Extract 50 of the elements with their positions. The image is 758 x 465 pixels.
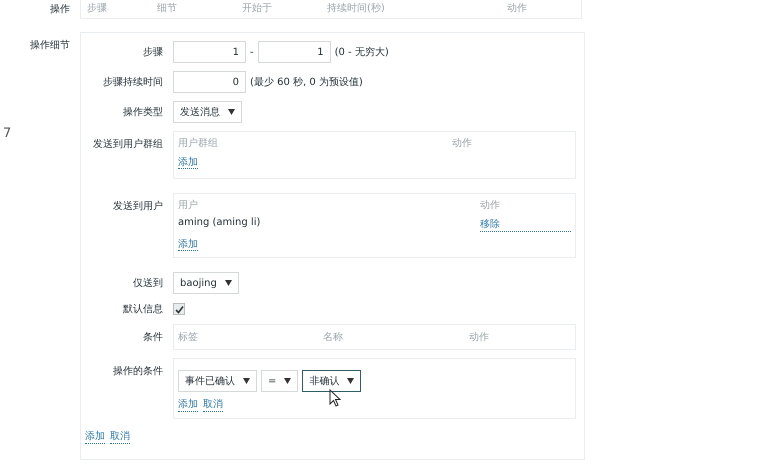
step-duration-field[interactable]: 0 bbox=[173, 71, 246, 93]
step-from-field[interactable]: 1 bbox=[173, 41, 246, 63]
add-link[interactable]: 添加 bbox=[178, 157, 198, 169]
field-label: 操作细节 bbox=[30, 40, 70, 51]
column-header: 动作 bbox=[480, 199, 501, 212]
column-header: 用户 bbox=[178, 198, 199, 212]
field-label: 步骤 bbox=[142, 46, 163, 59]
caret-icon bbox=[284, 378, 292, 384]
field-label: 默认信息 bbox=[122, 302, 163, 316]
caret-icon bbox=[224, 280, 232, 286]
column-header: 动作 bbox=[469, 331, 490, 344]
condition-link[interactable]: 添加 bbox=[178, 397, 198, 412]
caret-icon bbox=[243, 378, 250, 384]
separator-text: - bbox=[250, 46, 254, 58]
column-header: 标签 bbox=[178, 330, 199, 344]
column-header: 名称 bbox=[323, 331, 344, 344]
field-label: 发送到用户群组 bbox=[92, 138, 163, 151]
side-marker-text: 7 bbox=[3, 126, 12, 141]
column-header: 细节 bbox=[157, 2, 178, 15]
condition-select[interactable]: = bbox=[261, 370, 298, 392]
step-to-field[interactable]: 1 bbox=[258, 41, 331, 63]
send-only-to-select[interactable]: baojing bbox=[173, 272, 239, 294]
field-label: 条件 bbox=[142, 331, 163, 344]
operation-link[interactable]: 添加 bbox=[85, 429, 105, 444]
field-label: 发送到用户 bbox=[112, 200, 163, 213]
field-label: 操作的条件 bbox=[112, 365, 163, 378]
mouse-pointer-icon bbox=[329, 389, 341, 407]
add-link[interactable]: 添加 bbox=[178, 239, 198, 251]
caret-icon bbox=[228, 109, 235, 115]
operation-type-select[interactable]: 发送消息 bbox=[173, 101, 242, 123]
condition-select[interactable]: 非确认 bbox=[302, 370, 362, 392]
hint-text: (0 - 无穷大) bbox=[334, 46, 389, 59]
field-label: 操作类型 bbox=[122, 106, 163, 119]
field-label: 操作 bbox=[50, 4, 70, 15]
operation-link[interactable]: 取消 bbox=[110, 429, 130, 444]
field-label: 步骤持续时间 bbox=[102, 76, 163, 89]
column-header: 动作 bbox=[507, 2, 528, 15]
remove-link[interactable]: 移除 bbox=[480, 217, 571, 232]
condition-select[interactable]: 事件已确认 bbox=[178, 370, 257, 392]
column-header: 用户群组 bbox=[178, 136, 219, 150]
default-message-checkbox[interactable] bbox=[173, 303, 185, 315]
hint-text: (最少 60 秒, 0 为预设值) bbox=[250, 76, 363, 89]
column-header: 持续时间(秒) bbox=[327, 2, 386, 15]
column-header: 开始于 bbox=[242, 2, 273, 15]
condition-link[interactable]: 取消 bbox=[203, 397, 223, 412]
column-header: 动作 bbox=[452, 137, 473, 150]
table-cell-text: aming (aming li) bbox=[178, 217, 262, 230]
caret-icon bbox=[347, 378, 354, 384]
column-header: 步骤 bbox=[87, 2, 108, 15]
field-label: 仅送到 bbox=[132, 277, 163, 290]
